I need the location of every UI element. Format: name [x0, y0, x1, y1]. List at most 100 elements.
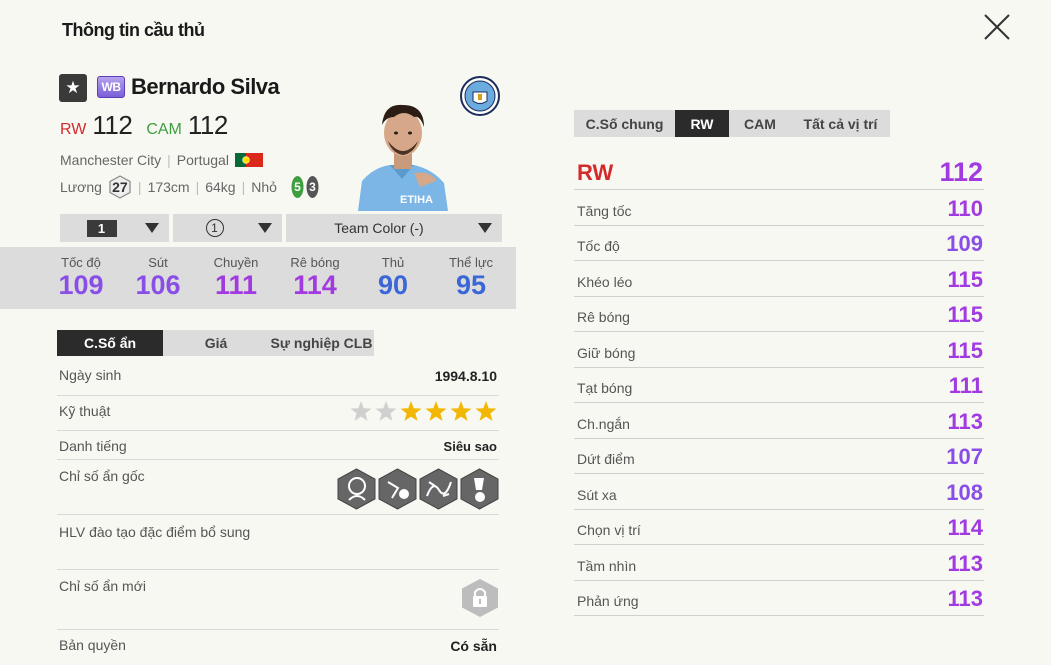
info-row-new-traits: Chỉ số ẩn mới [57, 570, 499, 630]
tab-all-positions[interactable]: Tất cả vị trí [791, 110, 890, 137]
stat-label: Tốc độ [61, 255, 101, 270]
tab-club-career[interactable]: Sự nghiệp CLB [269, 330, 374, 356]
detail-stat-row: Tốc độ 109 [574, 226, 984, 261]
detail-stat-row: Ch.ngắn 113 [574, 403, 984, 439]
physical-info-row: Lương 27 | 173cm | 64kg | Nhỏ 5 3 [60, 175, 319, 199]
team-color-level-dropdown[interactable]: 1 [173, 214, 282, 242]
star-filled-icon [425, 401, 447, 421]
info-label: HLV đào tạo đặc điểm bổ sung [59, 524, 251, 540]
detail-stat-value: 115 [947, 302, 984, 327]
stat-label: Thủ [381, 255, 405, 270]
tab-hidden-traits[interactable]: C.Số ẩn [57, 330, 163, 356]
info-row-traits: Chỉ số ẩn gốc [57, 460, 499, 515]
upgrade-level-value: 1 [86, 219, 117, 237]
info-row-skill: Kỹ thuật [57, 396, 522, 431]
position-tabs: C.Số chung RW CAM Tất cả vị trí [574, 110, 890, 137]
left-foot-icon: 5 [291, 175, 304, 199]
stat-value: 95 [455, 270, 487, 300]
foot-ratings: 5 3 [291, 175, 319, 199]
stat-defending: Thủ 90 [370, 255, 416, 301]
stat-physical: Thể lực 95 [445, 255, 497, 301]
team-color-level-value: 1 [205, 219, 224, 237]
svg-text:ETIHA: ETIHA [400, 194, 433, 206]
detail-stat-row: Sút xa 108 [574, 474, 984, 510]
stat-value: 106 [135, 270, 181, 300]
detail-stat-value: 115 [947, 337, 984, 363]
nation-name: Portugal [176, 152, 229, 168]
detail-stat-label: Sút xa [577, 486, 617, 503]
skill-stars [349, 399, 522, 428]
salary-badge: 27 [108, 175, 132, 199]
position-ratings: RW 112 CAM 112 [60, 110, 228, 141]
detail-stat-value: 114 [947, 515, 984, 540]
stat-value: 111 [214, 270, 258, 300]
detail-stat-value: 113 [947, 408, 984, 434]
chevron-down-icon [258, 223, 272, 233]
detail-stat-value: 110 [947, 195, 984, 221]
stat-label: Sút [148, 255, 168, 270]
team-color-value: Team Color (-) [334, 220, 424, 236]
info-row-fame: Danh tiếng Siêu sao [57, 431, 499, 460]
close-button[interactable] [978, 10, 1014, 46]
club-logo-icon [459, 75, 501, 117]
detail-stat-row: Khéo léo 115 [574, 261, 984, 297]
detail-stat-label: Chọn vị trí [577, 522, 641, 538]
detail-header-row: RW 112 [574, 152, 984, 190]
stat-label: Chuyền [213, 255, 259, 270]
birthdate-value: 1994.8.10 [434, 368, 497, 384]
modal-title: Thông tin cầu thủ [62, 20, 205, 40]
right-foot-icon: 3 [306, 175, 319, 199]
detail-stat-label: Ch.ngắn [577, 415, 630, 432]
portugal-flag-icon [234, 153, 263, 167]
detail-stat-label: Rê bóng [577, 309, 630, 325]
star-filled-icon [400, 401, 422, 421]
detail-stat-label: Khéo léo [577, 273, 633, 290]
passing-trait-icon[interactable] [419, 468, 458, 510]
team-color-dropdown[interactable]: Team Color (-) [286, 214, 502, 242]
detail-stat-row: Tạt bóng 111 [574, 368, 984, 403]
detail-stat-value: 108 [946, 479, 983, 505]
dribbler-trait-icon[interactable] [378, 468, 417, 510]
close-icon [984, 14, 1010, 40]
position-code: RW [60, 121, 87, 138]
chevron-down-icon [145, 223, 159, 233]
tab-price[interactable]: Giá [163, 330, 269, 356]
info-label: Kỹ thuật [59, 403, 111, 419]
info-row-coach: HLV đào tạo đặc điểm bổ sung [57, 515, 499, 570]
star-empty-icon [375, 401, 397, 421]
detail-stat-row: Dứt điểm 107 [574, 439, 984, 474]
detail-stat-value: 107 [946, 444, 983, 469]
position-value: 112 [92, 110, 133, 140]
detail-stat-value: 109 [946, 231, 983, 256]
info-tabs: C.Số ẩn Giá Sự nghiệp CLB [57, 330, 374, 356]
upgrade-level-dropdown[interactable]: 1 [60, 214, 169, 242]
chevron-down-icon [478, 223, 492, 233]
stat-label: Thể lực [448, 255, 494, 270]
stat-passing: Chuyền 111 [208, 255, 264, 301]
finesse-shot-trait-icon[interactable] [460, 468, 499, 510]
playmaker-trait-icon[interactable] [337, 468, 376, 510]
stat-value: 109 [58, 270, 104, 300]
fame-value: Siêu sao [443, 439, 497, 454]
rights-value: Có sẵn [450, 638, 497, 654]
tab-cam[interactable]: CAM [729, 110, 791, 137]
detail-stat-label: Tầm nhìn [577, 557, 637, 574]
stat-shooting: Sút 106 [133, 255, 183, 301]
tab-rw[interactable]: RW [675, 110, 729, 137]
position-code: CAM [146, 121, 182, 138]
salary-label: Lương [60, 179, 102, 195]
detail-stat-value: 111 [948, 373, 983, 398]
info-label: Chỉ số ẩn mới [59, 578, 146, 594]
height: 173cm [147, 179, 190, 195]
club-name: Manchester City [60, 152, 162, 168]
summary-stats: Tốc độ 109 Sút 106 Chuyền 111 Rê bóng 11… [0, 247, 516, 309]
stat-dribbling: Rê bóng 114 [286, 255, 344, 301]
favorite-star-button[interactable]: ★ [59, 74, 87, 102]
detail-stat-label: Dứt điểm [577, 451, 635, 467]
detail-overall: 112 [939, 157, 983, 187]
info-row-birthdate: Ngày sinh 1994.8.10 [57, 360, 499, 396]
info-row-rights: Bản quyền Có sẵn [57, 630, 499, 660]
lock-icon[interactable] [461, 578, 499, 621]
star-filled-icon [450, 401, 472, 421]
tab-general-stats[interactable]: C.Số chung [574, 110, 675, 137]
